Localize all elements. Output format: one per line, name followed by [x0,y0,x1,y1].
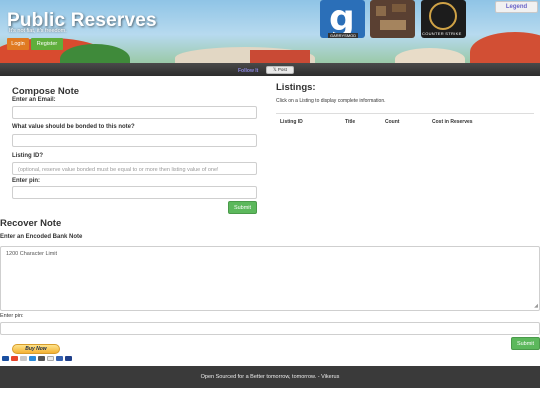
visa-card-icon [2,356,9,361]
garrysmod-tile[interactable]: g GARRYSMOD [320,0,365,38]
site-footer: Open Sourced for a Better tomorrow, tomo… [0,366,540,388]
listings-title: Listings: [276,82,316,93]
paypal-buy-now-button[interactable]: Buy Now [12,344,60,354]
recover-note-title: Recover Note [0,218,62,229]
amex-card-icon [29,356,36,361]
payment-card-icon [65,356,72,361]
listing-id-label: Listing ID? [12,153,43,159]
counter-strike-tile[interactable]: COUNTER STRIKE [421,0,466,38]
listing-id-field[interactable]: (optional, reserve value bonded must be … [12,162,257,175]
listings-column-header[interactable]: Listing ID [280,119,303,125]
listings-column-header[interactable]: Title [345,119,355,125]
minecraft-block-icon [380,20,406,30]
follow-it-link[interactable]: Follow It [238,68,258,74]
listings-column-header[interactable]: Cost in Reserves [432,119,473,125]
mastercard-card-icon [11,356,18,361]
minecraft-block-icon [376,6,386,16]
compose-submit-button[interactable]: Submit [228,201,257,214]
site-tagline: It's not fiat, it's freedom. [9,28,67,34]
listing-id-placeholder: (optional, reserve value bonded must be … [18,167,219,173]
site-header: Public Reserves It's not fiat, it's free… [0,0,540,63]
recover-pin-label: Enter pin: [0,313,24,319]
applepay-card-icon [38,356,45,361]
header-background-cloud [395,48,465,63]
encoded-note-label: Enter an Encoded Bank Note [0,234,83,240]
minecraft-tile[interactable] [370,0,415,38]
encoded-note-textarea[interactable]: 1200 Character Limit ◢ [0,246,540,311]
listings-column-header[interactable]: Count [385,119,399,125]
maestro-card-icon [20,356,27,361]
counter-strike-caption: COUNTER STRIKE [422,31,462,36]
recover-submit-button[interactable]: Submit [511,337,540,350]
listings-divider [276,113,534,114]
minecraft-block-icon [392,4,406,12]
social-bar: Follow It 𝕏 Post [0,63,540,76]
recover-pin-field[interactable] [0,322,540,335]
encoded-note-placeholder: 1200 Character Limit [6,251,58,257]
login-button[interactable]: Login [7,38,29,50]
bond-value-label: What value should be bonded to this note… [12,124,135,130]
email-label: Enter an Email: [12,97,56,103]
email-field[interactable] [12,106,257,119]
x-post-button[interactable]: 𝕏 Post [266,66,294,74]
legend-button[interactable]: Legend [495,1,538,13]
bond-value-field[interactable] [12,134,257,147]
garrysmod-caption: GARRYSMOD [328,33,359,38]
header-background-hill [470,32,540,63]
footer-text: Open Sourced for a Better tomorrow, tomo… [200,374,340,380]
resize-handle-icon[interactable]: ◢ [534,303,538,309]
listings-hint: Click on a Listing to display complete i… [276,98,386,104]
dinersclub-card-icon [56,356,63,361]
compose-pin-label: Enter pin: [12,178,40,184]
header-background-hill [250,50,310,63]
register-button[interactable]: Register [31,38,63,50]
discover-card-icon [47,356,54,361]
compose-pin-field[interactable] [12,186,257,199]
compose-note-title: Compose Note [12,86,80,97]
counter-strike-logo-icon [429,2,457,30]
